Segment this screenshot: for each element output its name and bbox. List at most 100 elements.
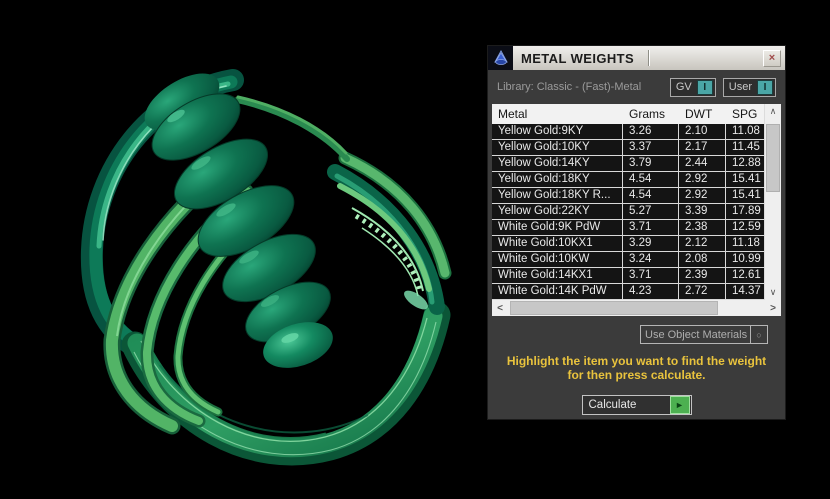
table-cell[interactable]: White Gold:9K PdW	[492, 220, 623, 235]
table-cell[interactable]: White Gold:10KX1	[492, 236, 623, 251]
instruction-line-1: Highlight the item you want to find the …	[506, 354, 767, 368]
table-cell[interactable]: 10.99	[726, 252, 764, 267]
scroll-left-icon[interactable]: <	[492, 300, 508, 316]
close-button[interactable]: ×	[763, 49, 781, 67]
table-cell[interactable]: 11.08	[726, 124, 764, 139]
user-indicator-icon[interactable]: I	[757, 79, 773, 95]
table-cell[interactable]: 3.71	[623, 268, 679, 283]
titlebar-divider	[648, 50, 651, 66]
horizontal-scrollbar[interactable]: < >	[492, 300, 781, 316]
table-cell[interactable]: 2.92	[679, 172, 726, 187]
calculate-row: Calculate ►	[488, 395, 785, 415]
table-cell[interactable]: 2.44	[679, 156, 726, 171]
table-row[interactable]: Yellow Gold:14KY 3.79 2.44 12.88	[492, 156, 764, 172]
table-cell[interactable]: Yellow Gold:14KY	[492, 156, 623, 171]
horizontal-scroll-track[interactable]	[508, 300, 765, 316]
column-header-grams: Grams	[629, 107, 665, 121]
table-cell[interactable]: Yellow Gold:9KY	[492, 124, 623, 139]
materials-dropdown-value: Use Object Materials	[645, 328, 748, 341]
horizontal-scroll-thumb[interactable]	[510, 301, 718, 315]
table-cell[interactable]: 4.54	[623, 188, 679, 203]
table-cell[interactable]: White Gold:14KX1	[492, 268, 623, 283]
vertical-scroll-thumb[interactable]	[766, 123, 780, 193]
scroll-down-icon[interactable]: ∨	[765, 285, 781, 300]
library-row: Library: Classic - (Fast)-Metal GV I Use…	[488, 70, 785, 104]
table-cell[interactable]: 2.12	[679, 236, 726, 251]
table-row[interactable]: White Gold:14K PdW 4.23 2.72 14.37	[492, 284, 764, 300]
table-cell[interactable]: 2.38	[679, 220, 726, 235]
table-cell[interactable]: 5.27	[623, 204, 679, 219]
table-cell[interactable]: 12.59	[726, 220, 764, 235]
scroll-up-icon[interactable]: ∧	[765, 104, 781, 119]
table-cell[interactable]: 14.37	[726, 284, 764, 299]
gv-toggle-button[interactable]: GV I	[669, 77, 716, 97]
table-row[interactable]: White Gold:10KX1 3.29 2.12 11.18	[492, 236, 764, 252]
table-row[interactable]: White Gold:10KW 3.24 2.08 10.99	[492, 252, 764, 268]
gem-cone-icon	[488, 46, 513, 70]
table-cell[interactable]: 11.45	[726, 140, 764, 155]
table-cell[interactable]: Yellow Gold:18KY	[492, 172, 623, 187]
calculate-button-label: Calculate	[588, 399, 637, 411]
table-cell[interactable]: 4.23	[623, 284, 679, 299]
table-cell[interactable]: 15.41	[726, 172, 764, 187]
column-header-dwt: DWT	[685, 107, 713, 121]
table-cell[interactable]: Yellow Gold:18KY R...	[492, 188, 623, 203]
table-row[interactable]: Yellow Gold:22KY 5.27 3.39 17.89	[492, 204, 764, 220]
table-cell[interactable]: 3.79	[623, 156, 679, 171]
table-header-row: Metal Grams DWT SPG	[492, 104, 764, 124]
table-cell[interactable]: White Gold:10KW	[492, 252, 623, 267]
table-cell[interactable]: 12.88	[726, 156, 764, 171]
table-cell[interactable]: 2.72	[679, 284, 726, 299]
dropdown-indicator-icon[interactable]: ○	[750, 326, 767, 343]
vertical-scroll-track[interactable]	[765, 119, 781, 285]
table-cell[interactable]: 4.54	[623, 172, 679, 187]
metal-weights-dialog: METAL WEIGHTS × Library: Classic - (Fast…	[487, 45, 786, 420]
table-cell[interactable]: 3.71	[623, 220, 679, 235]
table-cell[interactable]: 2.92	[679, 188, 726, 203]
table-cell[interactable]: Yellow Gold:10KY	[492, 140, 623, 155]
app-canvas: METAL WEIGHTS × Library: Classic - (Fast…	[0, 0, 830, 499]
materials-dropdown-row: Use Object Materials ○	[488, 325, 785, 344]
play-icon: ►	[669, 396, 690, 414]
table-row[interactable]: Yellow Gold:18KY R... 4.54 2.92 15.41	[492, 188, 764, 204]
metal-weights-table: Metal Grams DWT SPG Yellow Gold:9KY 3.26 2…	[492, 104, 781, 300]
table-cell[interactable]: 3.37	[623, 140, 679, 155]
instruction-text: Highlight the item you want to find the …	[488, 354, 785, 382]
instruction-line-2: for then press calculate.	[567, 368, 706, 382]
table-cell[interactable]: 17.89	[726, 204, 764, 219]
table-cell[interactable]: 2.17	[679, 140, 726, 155]
table-cell[interactable]: Yellow Gold:22KY	[492, 204, 623, 219]
column-header-metal: Metal	[498, 107, 528, 121]
vertical-scrollbar[interactable]: ∧ ∨	[764, 104, 781, 300]
table-row[interactable]: Yellow Gold:18KY 4.54 2.92 15.41	[492, 172, 764, 188]
table-cell[interactable]: 3.24	[623, 252, 679, 267]
library-label: Library: Classic - (Fast)-Metal	[497, 81, 642, 93]
column-header-spg: SPG	[732, 107, 758, 121]
table-cell[interactable]: 3.39	[679, 204, 726, 219]
table-cell[interactable]: 2.10	[679, 124, 726, 139]
user-toggle-button[interactable]: User I	[722, 77, 776, 97]
table-row[interactable]: Yellow Gold:9KY 3.26 2.10 11.08	[492, 124, 764, 140]
user-toggle-label: User	[728, 81, 752, 93]
materials-dropdown[interactable]: Use Object Materials ○	[640, 325, 768, 344]
table-cell[interactable]: 15.41	[726, 188, 764, 203]
table-cell[interactable]: White Gold:14K PdW	[492, 284, 623, 299]
table-row[interactable]: White Gold:14KX1 3.71 2.39 12.61	[492, 268, 764, 284]
table-cell[interactable]: 12.61	[726, 268, 764, 283]
dialog-title: METAL WEIGHTS	[521, 50, 635, 66]
table-cell[interactable]: 11.18	[726, 236, 764, 251]
table-cell[interactable]: 3.26	[623, 124, 679, 139]
dialog-titlebar[interactable]: METAL WEIGHTS ×	[488, 46, 785, 70]
gv-toggle-label: GV	[675, 81, 692, 93]
gv-indicator-icon[interactable]: I	[696, 79, 713, 95]
close-icon: ×	[768, 51, 776, 64]
table-row[interactable]: White Gold:9K PdW 3.71 2.38 12.59	[492, 220, 764, 236]
library-toggles: GV I User I	[669, 77, 776, 97]
scroll-right-icon[interactable]: >	[765, 300, 781, 316]
table-row[interactable]: Yellow Gold:10KY 3.37 2.17 11.45	[492, 140, 764, 156]
calculate-button[interactable]: Calculate ►	[581, 395, 692, 415]
table-cell[interactable]: 2.08	[679, 252, 726, 267]
table-cell[interactable]: 2.39	[679, 268, 726, 283]
table-cell[interactable]: 3.29	[623, 236, 679, 251]
metal-table-body: Yellow Gold:9KY 3.26 2.10 11.08 Yellow Gold:…	[492, 124, 764, 300]
